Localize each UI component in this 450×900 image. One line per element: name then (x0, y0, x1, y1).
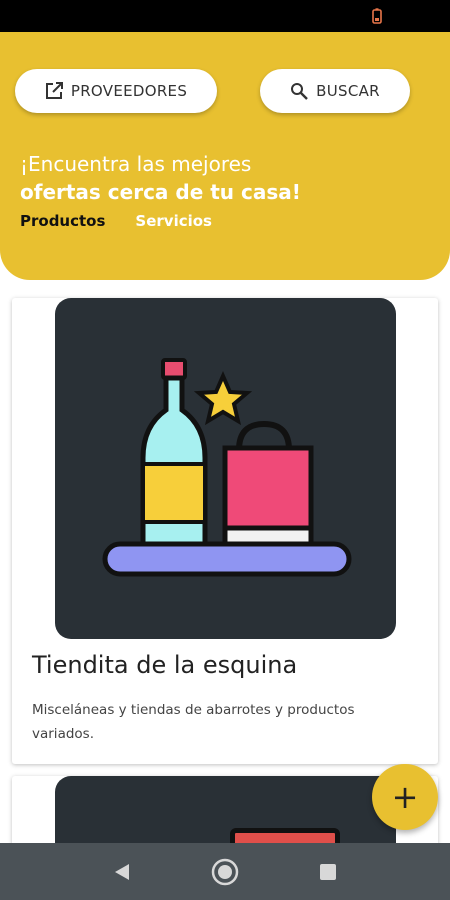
search-button-label: BUSCAR (316, 82, 380, 100)
back-button[interactable] (102, 852, 142, 892)
card-description: Misceláneas y tiendas de abarrotes y pro… (32, 702, 355, 742)
recents-square-icon (320, 863, 337, 880)
headline: ¡Encuentra las mejores ofertas cerca de … (20, 150, 301, 206)
providers-button[interactable]: PROVEEDORES (15, 69, 217, 113)
add-fab-button[interactable]: + (372, 764, 438, 830)
open-external-icon (45, 82, 63, 99)
tab-servicios[interactable]: Servicios (135, 212, 212, 230)
home-button[interactable] (205, 852, 245, 892)
headline-line1: ¡Encuentra las mejores (20, 152, 252, 176)
back-triangle-icon (114, 863, 129, 880)
home-circle-icon (211, 858, 239, 885)
search-button[interactable]: BUSCAR (260, 69, 410, 113)
headline-line2: ofertas cerca de tu casa! (20, 180, 301, 204)
card-image (55, 298, 396, 639)
status-bar (0, 0, 450, 32)
search-icon (291, 83, 308, 100)
card-title: Tiendita de la esquina (32, 651, 298, 679)
header: PROVEEDORES BUSCAR ¡Encuentra las mejore… (0, 32, 450, 280)
category-card[interactable]: Tiendita de la esquina Misceláneas y tie… (12, 298, 438, 764)
navigation-bar (0, 843, 450, 900)
tab-productos[interactable]: Productos (20, 212, 105, 230)
battery-low-icon (372, 8, 382, 24)
providers-button-label: PROVEEDORES (70, 82, 188, 100)
category-tabs: Productos Servicios (20, 212, 212, 230)
store-products-icon (102, 358, 352, 577)
recents-button[interactable] (308, 852, 348, 892)
